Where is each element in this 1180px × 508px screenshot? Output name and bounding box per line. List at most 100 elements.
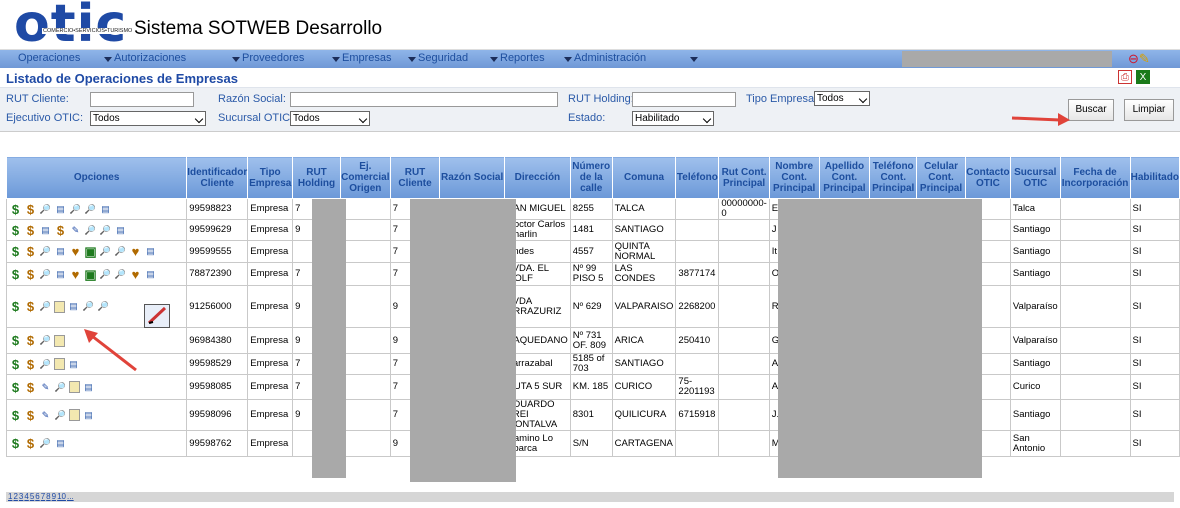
dollar-orange-icon[interactable]: $ bbox=[54, 224, 67, 237]
column-header[interactable]: Ej. Comercial Origen bbox=[339, 156, 391, 199]
note-icon[interactable] bbox=[69, 381, 80, 393]
column-header[interactable]: Dirección bbox=[504, 156, 571, 199]
note-icon[interactable] bbox=[54, 300, 65, 313]
table-row[interactable]: $ $ ▤ $ ✎ 🔎 🔎 ▤ 99599629 Empresa 9 7 Doctor Carlos C… bbox=[5, 219, 1180, 241]
dollar-orange-icon[interactable]: $ bbox=[24, 224, 37, 237]
rut-cliente-input[interactable] bbox=[90, 92, 194, 107]
table-row[interactable]: $ $ 🔎 ▤ ♥ ▣ 🔎 🔎 ♥ ▤ 78872390 Empresa 7 7 AVDA. EL GOLF… bbox=[5, 262, 1180, 286]
column-header[interactable]: Tipo Empresa bbox=[247, 156, 294, 199]
magnifier-icon[interactable]: 🔎 bbox=[114, 245, 127, 258]
magnifier-icon[interactable]: 🔎 bbox=[39, 245, 52, 258]
column-header[interactable]: RUT Cliente bbox=[389, 156, 441, 199]
column-header[interactable]: Nombre Cont. Principal bbox=[768, 156, 820, 199]
page-link[interactable]: 10 bbox=[57, 492, 66, 501]
razon-social-input[interactable] bbox=[290, 92, 558, 107]
edit-icon[interactable]: ✎ bbox=[39, 409, 52, 422]
column-header[interactable]: Sucursal OTIC bbox=[1009, 156, 1061, 199]
dollar-orange-icon[interactable]: $ bbox=[24, 245, 37, 258]
menu-empresas[interactable]: Empresas bbox=[332, 52, 392, 64]
page-link[interactable]: 5 bbox=[30, 492, 34, 501]
dollar-icon[interactable]: $ bbox=[9, 203, 22, 216]
note-icon[interactable] bbox=[54, 358, 65, 370]
document-icon[interactable]: ▤ bbox=[67, 300, 80, 313]
page-link[interactable]: 6 bbox=[35, 492, 39, 501]
tipo-empresa-select[interactable]: Todos bbox=[814, 91, 870, 106]
magnifier-icon[interactable]: 🔎 bbox=[69, 203, 82, 216]
heart-icon[interactable]: ♥ bbox=[69, 268, 82, 281]
page-link[interactable]: 1 bbox=[8, 492, 12, 501]
document-icon[interactable]: ▤ bbox=[54, 437, 67, 450]
menu-reportes[interactable]: Reportes bbox=[490, 52, 545, 64]
dollar-orange-icon[interactable]: $ bbox=[24, 381, 37, 394]
dollar-icon[interactable]: $ bbox=[9, 381, 22, 394]
magnifier-icon[interactable]: 🔎 bbox=[39, 334, 52, 347]
table-row[interactable]: $ $ ✎ 🔎 ▤ 99598096 Empresa 9 7 EDUARDO FREI MONTA… bbox=[5, 399, 1180, 431]
sucursal-select[interactable]: Todos bbox=[290, 111, 370, 126]
dollar-orange-icon[interactable]: $ bbox=[24, 358, 37, 371]
dollar-orange-icon[interactable]: $ bbox=[24, 437, 37, 450]
document-icon[interactable]: ▤ bbox=[82, 409, 95, 422]
magnifier-icon[interactable]: 🔎 bbox=[39, 203, 52, 216]
column-header[interactable]: Fecha de Incorporación bbox=[1059, 156, 1131, 199]
dollar-icon[interactable]: $ bbox=[9, 358, 22, 371]
column-header[interactable]: Razón Social bbox=[439, 156, 506, 199]
estado-select[interactable]: Habilitado bbox=[632, 111, 714, 126]
document-icon[interactable]: ▤ bbox=[144, 268, 157, 281]
magnifier-icon[interactable]: 🔎 bbox=[84, 224, 97, 237]
column-header[interactable]: Teléfono bbox=[675, 156, 720, 199]
heart-icon[interactable]: ♥ bbox=[129, 268, 142, 281]
column-header[interactable]: Teléfono Cont. Principal bbox=[869, 156, 918, 199]
page-link[interactable]: 7 bbox=[41, 492, 45, 501]
dollar-icon[interactable]: $ bbox=[9, 409, 22, 422]
menu-autorizaciones[interactable]: Autorizaciones bbox=[104, 52, 186, 64]
menu-seguridad[interactable]: Seguridad bbox=[408, 52, 468, 64]
column-header[interactable]: Celular Cont. Principal bbox=[916, 156, 966, 199]
magnifier-icon[interactable]: 🔎 bbox=[39, 268, 52, 281]
table-row[interactable]: $ $ 🔎 ▤ 🔎 🔎 ▤ 99598823 Empresa 7 7 SAN MIGUEL 8255 TA… bbox=[5, 198, 1180, 220]
page-link[interactable]: 8 bbox=[46, 492, 50, 501]
column-header[interactable]: Identificador Cliente bbox=[186, 156, 249, 199]
heart-icon[interactable]: ♥ bbox=[129, 245, 142, 258]
table-row[interactable]: $ $ 🔎 96984380 Empresa 9 9 BAQUEDANO Nº 731 OF. … bbox=[5, 327, 1180, 354]
magnifier-icon[interactable]: 🔎 bbox=[39, 300, 52, 313]
page-link[interactable]: ... bbox=[67, 492, 74, 501]
page-link[interactable]: 4 bbox=[24, 492, 28, 501]
excel-export-icon[interactable]: X bbox=[1136, 70, 1150, 84]
document-icon[interactable]: ▤ bbox=[54, 245, 67, 258]
rut-holding-input[interactable] bbox=[632, 92, 736, 107]
column-header[interactable]: Opciones bbox=[5, 156, 188, 199]
table-row[interactable]: $ $ 🔎 ▤ 🔎 🔎 91256000 Empresa 9 9 AVDA ERRAZURIZ Nº … bbox=[5, 285, 1180, 328]
menu-operaciones[interactable]: Operaciones bbox=[18, 52, 80, 64]
table-row[interactable]: $ $ ✎ 🔎 ▤ 99598085 Empresa 7 7 RUTA 5 SUR KM. 185 C… bbox=[5, 374, 1180, 400]
column-header[interactable]: Rut Cont. Principal bbox=[718, 156, 770, 199]
dollar-orange-icon[interactable]: $ bbox=[24, 409, 37, 422]
magnifier-icon[interactable]: 🔎 bbox=[84, 203, 97, 216]
table-row[interactable]: $ $ 🔎 ▤ 99598529 Empresa 7 7 Irarrazabal 5185 of … bbox=[5, 353, 1180, 375]
document-icon[interactable]: ▤ bbox=[54, 268, 67, 281]
edit-icon[interactable]: ✎ bbox=[69, 224, 82, 237]
column-header[interactable]: Comuna bbox=[611, 156, 677, 199]
green-doc-icon[interactable]: ▣ bbox=[84, 268, 97, 281]
page-link[interactable]: 3 bbox=[19, 492, 23, 501]
menu-proveedores[interactable]: Proveedores bbox=[232, 52, 304, 64]
dollar-orange-icon[interactable]: $ bbox=[24, 300, 37, 313]
magnifier-icon[interactable]: 🔎 bbox=[99, 268, 112, 281]
document-icon[interactable]: ▤ bbox=[114, 224, 127, 237]
magnifier-icon[interactable]: 🔎 bbox=[39, 358, 52, 371]
magnifier-icon[interactable]: 🔎 bbox=[54, 409, 67, 422]
column-header[interactable]: Habilitado bbox=[1129, 156, 1180, 199]
pdf-export-icon[interactable]: ⎙ bbox=[1118, 70, 1132, 84]
dollar-orange-icon[interactable]: $ bbox=[24, 268, 37, 281]
page-link[interactable]: 2 bbox=[13, 492, 17, 501]
document-icon[interactable]: ▤ bbox=[82, 381, 95, 394]
document-icon[interactable]: ▤ bbox=[39, 224, 52, 237]
green-doc-icon[interactable]: ▣ bbox=[84, 245, 97, 258]
menu-administracion[interactable]: Administración bbox=[564, 52, 646, 64]
column-header[interactable]: Número de la calle bbox=[569, 156, 613, 199]
column-header[interactable]: RUT Holding bbox=[292, 156, 341, 199]
heart-icon[interactable]: ♥ bbox=[69, 245, 82, 258]
dollar-icon[interactable]: $ bbox=[9, 437, 22, 450]
magnifier-icon[interactable]: 🔎 bbox=[54, 381, 67, 394]
dollar-icon[interactable]: $ bbox=[9, 334, 22, 347]
dollar-orange-icon[interactable]: $ bbox=[24, 203, 37, 216]
